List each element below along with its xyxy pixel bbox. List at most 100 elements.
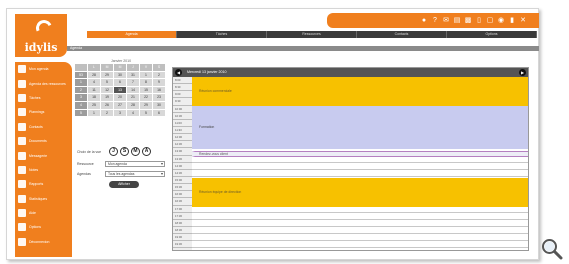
calendar-day[interactable]: 9 bbox=[153, 79, 165, 86]
sidebar-item-plannings[interactable]: Plannings bbox=[15, 105, 72, 119]
calendar-day[interactable]: 5 bbox=[101, 79, 113, 86]
sidebar-item-deconnexion[interactable]: Déconnexion bbox=[15, 235, 72, 249]
month-view-button[interactable]: M bbox=[131, 147, 140, 156]
calendar-day[interactable]: 28 bbox=[127, 101, 139, 109]
time-label: 14:00 bbox=[173, 163, 192, 170]
calendar-day[interactable]: 6 bbox=[114, 79, 126, 86]
calendar-day[interactable]: 18 bbox=[88, 94, 100, 101]
menu-agenda[interactable]: Agenda bbox=[87, 31, 177, 38]
calendar-day[interactable]: 11 bbox=[88, 86, 100, 94]
week-view-button[interactable]: S bbox=[120, 147, 129, 156]
calendar-day[interactable]: 2 bbox=[153, 71, 165, 79]
time-label: 19:30 bbox=[173, 241, 192, 249]
calendar-day[interactable]: 23 bbox=[153, 94, 165, 101]
menu-taches[interactable]: Tâches bbox=[177, 31, 267, 38]
menu-ressources[interactable]: Ressources bbox=[267, 31, 357, 38]
calendar-day[interactable]: 20 bbox=[114, 94, 126, 101]
event[interactable]: Formation bbox=[192, 106, 528, 149]
calendar-day[interactable]: 4 bbox=[127, 109, 139, 117]
time-slot[interactable] bbox=[192, 213, 528, 220]
calendar-day[interactable]: 26 bbox=[101, 101, 113, 109]
next-day-icon[interactable]: ▶ bbox=[519, 69, 526, 76]
calendar-day[interactable]: 22 bbox=[140, 94, 152, 101]
sidebar-item-options[interactable]: Options bbox=[15, 220, 72, 234]
sidebar-item-contacts[interactable]: Contacts bbox=[15, 120, 72, 134]
calendar-day[interactable]: 30 bbox=[114, 71, 126, 79]
calendar-week-number[interactable]: 53 bbox=[75, 71, 87, 79]
print-icon[interactable]: ▩ bbox=[464, 17, 472, 25]
agendas-select[interactable]: Tous les agendas bbox=[105, 171, 165, 177]
calendar-day[interactable]: 16 bbox=[153, 86, 165, 94]
calendar-day[interactable]: 31 bbox=[127, 71, 139, 79]
globe-icon[interactable]: ◉ bbox=[497, 17, 505, 25]
time-label: 15:30 bbox=[173, 184, 192, 192]
calendar-day[interactable]: 29 bbox=[140, 101, 152, 109]
zoom-icon[interactable] bbox=[540, 237, 564, 261]
calendar-week-number[interactable]: 1 bbox=[75, 79, 87, 86]
sidebar-item-mon-agenda[interactable]: Mon agenda bbox=[15, 62, 72, 76]
calendar-dow: L bbox=[88, 64, 100, 71]
calendar-day[interactable]: 1 bbox=[88, 109, 100, 117]
calendar-day[interactable]: 4 bbox=[88, 79, 100, 86]
user-icon[interactable]: ● bbox=[420, 17, 428, 25]
breadcrumb: Agenda bbox=[67, 46, 539, 51]
calendar-week-number[interactable]: 5 bbox=[75, 109, 87, 117]
sidebar-item-notes[interactable]: Notes bbox=[15, 163, 72, 177]
document-icon[interactable]: ▤ bbox=[453, 17, 461, 25]
calendar-day[interactable]: 29 bbox=[101, 71, 113, 79]
calendar-day[interactable]: 3 bbox=[114, 109, 126, 117]
event[interactable]: Réunion commerciale bbox=[192, 77, 528, 106]
calendar-day[interactable]: 27 bbox=[114, 101, 126, 109]
time-slot[interactable] bbox=[192, 241, 528, 249]
calendar-day[interactable]: 13 bbox=[114, 86, 126, 94]
calendar-day[interactable]: 28 bbox=[88, 71, 100, 79]
calendar-week-number[interactable]: 4 bbox=[75, 101, 87, 109]
sidebar-item-aide[interactable]: Aide bbox=[15, 206, 72, 220]
sidebar-item-rapports[interactable]: Rapports bbox=[15, 177, 72, 191]
calendar-day[interactable]: 7 bbox=[127, 79, 139, 86]
previous-day-icon[interactable]: ◀ bbox=[175, 69, 182, 76]
mail-icon bbox=[18, 151, 26, 160]
calendar-day[interactable]: 6 bbox=[153, 109, 165, 117]
calendar-day[interactable]: 8 bbox=[140, 79, 152, 86]
calendar-week-number[interactable]: 2 bbox=[75, 86, 87, 94]
resource-select[interactable]: Mon agenda bbox=[105, 161, 165, 167]
calendar-day[interactable]: 2 bbox=[101, 109, 113, 117]
time-slot[interactable] bbox=[192, 170, 528, 177]
logo[interactable]: idylis bbox=[15, 14, 67, 57]
menu-contacts[interactable]: Contacts bbox=[357, 31, 447, 38]
time-slot[interactable] bbox=[192, 163, 528, 170]
time-slot[interactable] bbox=[192, 227, 528, 235]
file-icon[interactable]: ▯ bbox=[475, 17, 483, 25]
sidebar-item-ressources[interactable]: Agenda des ressources bbox=[15, 76, 72, 90]
time-slot[interactable] bbox=[192, 220, 528, 227]
calendar-day[interactable]: 5 bbox=[140, 109, 152, 117]
time-label: 18:30 bbox=[173, 227, 192, 235]
app-window: idylis ● ? ✉ ▤ ▩ ▯ ▢ ◉ ▮ ✕ Agenda Tâches… bbox=[6, 8, 539, 260]
calendar-day[interactable]: 1 bbox=[140, 71, 152, 79]
sidebar-item-taches[interactable]: Tâches bbox=[15, 91, 72, 105]
tools-icon[interactable]: ✕ bbox=[519, 17, 527, 25]
folder-icon[interactable]: ▮ bbox=[508, 17, 516, 25]
calendar-day[interactable]: 14 bbox=[127, 86, 139, 94]
help-icon[interactable]: ? bbox=[431, 17, 439, 25]
time-slot[interactable] bbox=[192, 234, 528, 242]
calendar-day[interactable]: 19 bbox=[101, 94, 113, 101]
sidebar-item-documents[interactable]: Documents bbox=[15, 134, 72, 148]
display-button[interactable]: Afficher bbox=[109, 181, 139, 188]
envelope-icon[interactable]: ▢ bbox=[486, 17, 494, 25]
calendar-week-number[interactable]: 3 bbox=[75, 94, 87, 101]
year-view-button[interactable]: A bbox=[142, 147, 151, 156]
sidebar-item-messagerie[interactable]: Messagerie bbox=[15, 148, 72, 162]
calendar-day[interactable]: 30 bbox=[153, 101, 165, 109]
calendar-day[interactable]: 25 bbox=[88, 101, 100, 109]
calendar-day[interactable]: 12 bbox=[101, 86, 113, 94]
day-view-button[interactable]: J bbox=[109, 147, 118, 156]
mail-icon[interactable]: ✉ bbox=[442, 17, 450, 25]
event[interactable]: Rendez-vous client bbox=[192, 151, 528, 157]
calendar-day[interactable]: 15 bbox=[140, 86, 152, 94]
calendar-day[interactable]: 21 bbox=[127, 94, 139, 101]
event[interactable]: Réunion équipe de direction bbox=[192, 178, 528, 207]
menu-options[interactable]: Options bbox=[447, 31, 537, 38]
sidebar-item-statistiques[interactable]: Statistiques bbox=[15, 192, 72, 206]
